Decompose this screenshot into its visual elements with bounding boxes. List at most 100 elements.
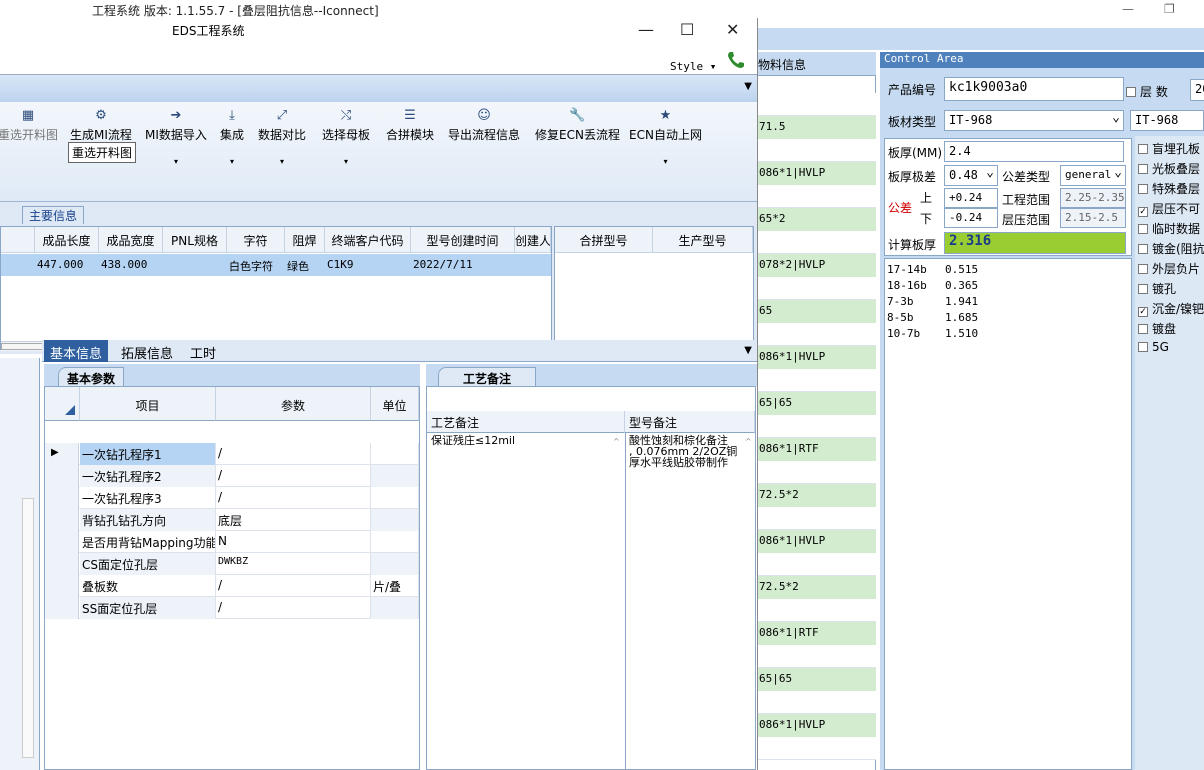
thickness-tol-select[interactable]: 0.48	[944, 165, 998, 186]
tab-work-hours[interactable]: 工时	[184, 340, 222, 362]
material-row-empty[interactable]	[756, 93, 876, 116]
material-row[interactable]: 72.5*2	[756, 484, 876, 507]
minimize-icon[interactable]: —	[638, 20, 654, 39]
option-checkbox[interactable]: ✓ 沉金/镍钯	[1138, 300, 1204, 317]
material-row[interactable]: 65|65	[756, 668, 876, 691]
main-info-tab[interactable]: 主要信息	[22, 206, 85, 224]
param-value[interactable]: /	[216, 487, 371, 509]
table-row[interactable]: 是否用背钻Mapping功能 N	[45, 531, 419, 553]
param-value[interactable]: /	[216, 443, 371, 465]
table-row[interactable]: 叠板数 / 片/叠	[45, 575, 419, 597]
dropdown-arrow-icon[interactable]: ▾	[145, 157, 207, 166]
column-header[interactable]: 生产型号	[653, 227, 753, 253]
material-row[interactable]: 71.5	[756, 116, 876, 139]
column-header[interactable]: 终端客户代码	[325, 227, 411, 253]
material-row[interactable]: 086*1|RTF	[756, 622, 876, 645]
param-value[interactable]: 底层	[216, 509, 371, 531]
upper-tolerance-field[interactable]: +0.24	[944, 188, 998, 208]
scroll-up-icon[interactable]: ^	[613, 437, 621, 446]
column-header[interactable]: 型号创建时间	[411, 227, 515, 253]
process-note-text[interactable]: 保证残庄≤12mil	[431, 435, 515, 446]
material-row[interactable]: 086*1|HVLP	[756, 346, 876, 369]
tab-extended-info[interactable]: 拓展信息	[115, 340, 179, 362]
list-item[interactable]: 18-16b 0.365	[885, 277, 1131, 293]
maximize-icon[interactable]: ☐	[680, 20, 694, 39]
material-row-empty[interactable]	[756, 507, 876, 530]
material-row-empty[interactable]	[756, 599, 876, 622]
product-code-field[interactable]: kc1k9003a0	[944, 77, 1124, 101]
column-header[interactable]: 工艺备注	[427, 411, 625, 433]
row-selector[interactable]	[45, 465, 79, 487]
dropdown-arrow-icon[interactable]: ▾	[220, 157, 244, 166]
material-row[interactable]: 086*1|HVLP	[756, 714, 876, 737]
option-checkbox[interactable]: 盲埋孔板	[1138, 140, 1200, 157]
material-row-empty[interactable]	[756, 461, 876, 484]
table-row[interactable]: ▶ 一次钻孔程序1/	[45, 443, 419, 465]
list-item[interactable]: 10-7b 1.510	[885, 325, 1131, 341]
param-value[interactable]: N	[216, 531, 371, 553]
row-selector[interactable]	[45, 575, 79, 597]
table-row[interactable]: 一次钻孔程序2/	[45, 465, 419, 487]
ribbon-collapse-icon[interactable]: ▼	[744, 81, 752, 92]
board-type-field[interactable]: IT-968	[1130, 110, 1204, 131]
integrate-button[interactable]: ⤓ 集成 ▾	[220, 108, 244, 166]
param-value[interactable]: /	[216, 575, 371, 597]
row-pointer-icon[interactable]: ▶	[45, 443, 79, 465]
column-header[interactable]: 项目	[80, 387, 216, 421]
fix-ecn-button[interactable]: 🔧 修复ECN丢流程	[535, 108, 620, 143]
material-row-empty[interactable]	[756, 185, 876, 208]
material-row-empty[interactable]	[756, 553, 876, 576]
material-row-empty[interactable]	[756, 737, 876, 760]
param-value[interactable]: /	[216, 597, 371, 619]
material-row-empty[interactable]	[756, 231, 876, 254]
material-row[interactable]: 086*1|HVLP	[756, 162, 876, 185]
phone-icon[interactable]	[726, 50, 746, 70]
dropdown-arrow-icon[interactable]: ▾	[258, 157, 306, 166]
option-checkbox[interactable]: 5G	[1138, 340, 1169, 354]
material-row-empty[interactable]	[756, 415, 876, 438]
ecn-auto-online-button[interactable]: ★ ECN自动上网 ▾	[629, 108, 702, 166]
list-item[interactable]: 17-14b 0.515	[885, 261, 1131, 277]
lower-tolerance-field[interactable]: -0.24	[944, 208, 998, 228]
column-header[interactable]: 创建人	[515, 227, 551, 253]
restore-icon[interactable]: ❐	[1164, 2, 1175, 16]
tol-type-select[interactable]: general	[1060, 165, 1126, 186]
reselect-layout-button[interactable]: ▦ 重选开料图	[0, 108, 58, 143]
data-compare-button[interactable]: ⤢ 数据对比 ▾	[258, 108, 306, 166]
scroll-up-icon[interactable]: ^	[745, 437, 753, 446]
option-checkbox[interactable]: 镀金(阻抗	[1138, 240, 1204, 257]
column-header[interactable]: 成品宽度	[99, 227, 163, 253]
close-icon[interactable]: ✕	[726, 20, 739, 39]
param-value[interactable]: DWKBZ	[216, 553, 371, 575]
row-selector[interactable]	[45, 531, 79, 553]
column-header[interactable]: 成品长度	[35, 227, 99, 253]
style-menu[interactable]: Style ▾	[670, 60, 716, 73]
column-header[interactable]: 单位	[371, 387, 419, 421]
material-row-empty[interactable]	[756, 645, 876, 668]
mi-import-button[interactable]: ➔ MI数据导入 ▾	[145, 108, 207, 166]
option-checkbox[interactable]: 外层负片	[1138, 260, 1200, 277]
layers-field[interactable]: 20	[1190, 79, 1204, 101]
process-notes-tab[interactable]: 工艺备注	[438, 367, 537, 386]
material-row-empty[interactable]	[756, 691, 876, 714]
board-type-select[interactable]: IT-968	[944, 110, 1124, 131]
column-header[interactable]: 型号备注	[625, 411, 755, 433]
material-row[interactable]: 078*2|HVLP	[756, 254, 876, 277]
material-row[interactable]: 086*1|RTF	[756, 438, 876, 461]
table-row[interactable]: CS面定位孔层 DWKBZ	[45, 553, 419, 575]
column-header[interactable]: 阻焊	[285, 227, 325, 253]
material-row[interactable]: 72.5*2	[756, 576, 876, 599]
tab-basic-info[interactable]: 基本信息	[44, 340, 109, 362]
column-header[interactable]: PNL规格	[163, 227, 227, 253]
table-row[interactable]: 一次钻孔程序3/	[45, 487, 419, 509]
row-selector[interactable]	[45, 487, 79, 509]
layers-checkbox[interactable]: 层 数	[1126, 83, 1168, 100]
tab-dropdown-icon[interactable]: ▼	[744, 345, 752, 356]
material-row-empty[interactable]	[756, 277, 876, 300]
select-master-button[interactable]: ⤭ 选择母板 ▾	[322, 108, 370, 166]
table-row[interactable]: 背钻孔钻孔方向 底层	[45, 509, 419, 531]
option-checkbox[interactable]: 光板叠层	[1138, 160, 1200, 177]
material-row[interactable]: 65	[756, 300, 876, 323]
param-value[interactable]: /	[216, 465, 371, 487]
material-row[interactable]: 086*1|HVLP	[756, 530, 876, 553]
